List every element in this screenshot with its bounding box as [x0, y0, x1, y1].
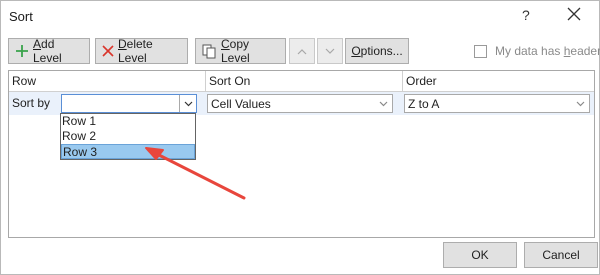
sort-dialog: Sort ? Add Level Delete Level Copy Level	[0, 0, 600, 275]
annotation-arrow	[145, 147, 246, 200]
cancel-button[interactable]: Cancel	[524, 242, 598, 268]
ok-button[interactable]: OK	[443, 242, 517, 268]
